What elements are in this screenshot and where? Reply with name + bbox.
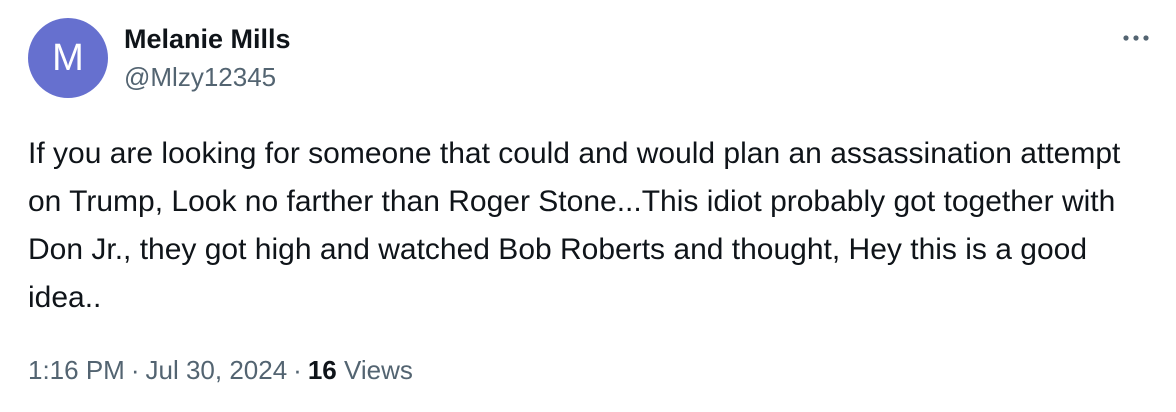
tweet-text: If you are looking for someone that coul…: [28, 137, 1121, 314]
meta-separator: ·: [130, 355, 140, 385]
more-options-button[interactable]: [1114, 20, 1158, 56]
avatar[interactable]: M: [28, 18, 108, 98]
display-name[interactable]: Melanie Mills: [124, 22, 291, 56]
more-horizontal-icon: [1123, 35, 1149, 41]
views-count: 16: [307, 355, 337, 385]
user-handle[interactable]: @Mlzy12345: [124, 60, 291, 94]
user-info: Melanie Mills @Mlzy12345: [124, 22, 291, 94]
tweet-time[interactable]: 1:16 PM: [28, 355, 125, 385]
tweet-card[interactable]: M Melanie Mills @Mlzy12345 If you are lo…: [0, 0, 1176, 412]
tweet-date[interactable]: Jul 30, 2024: [146, 355, 288, 385]
tweet-metadata: 1:16 PM · Jul 30, 2024 · 16 Views: [28, 352, 413, 388]
views-label: Views: [344, 355, 413, 385]
avatar-initial: M: [52, 36, 84, 79]
meta-separator: ·: [293, 355, 302, 385]
